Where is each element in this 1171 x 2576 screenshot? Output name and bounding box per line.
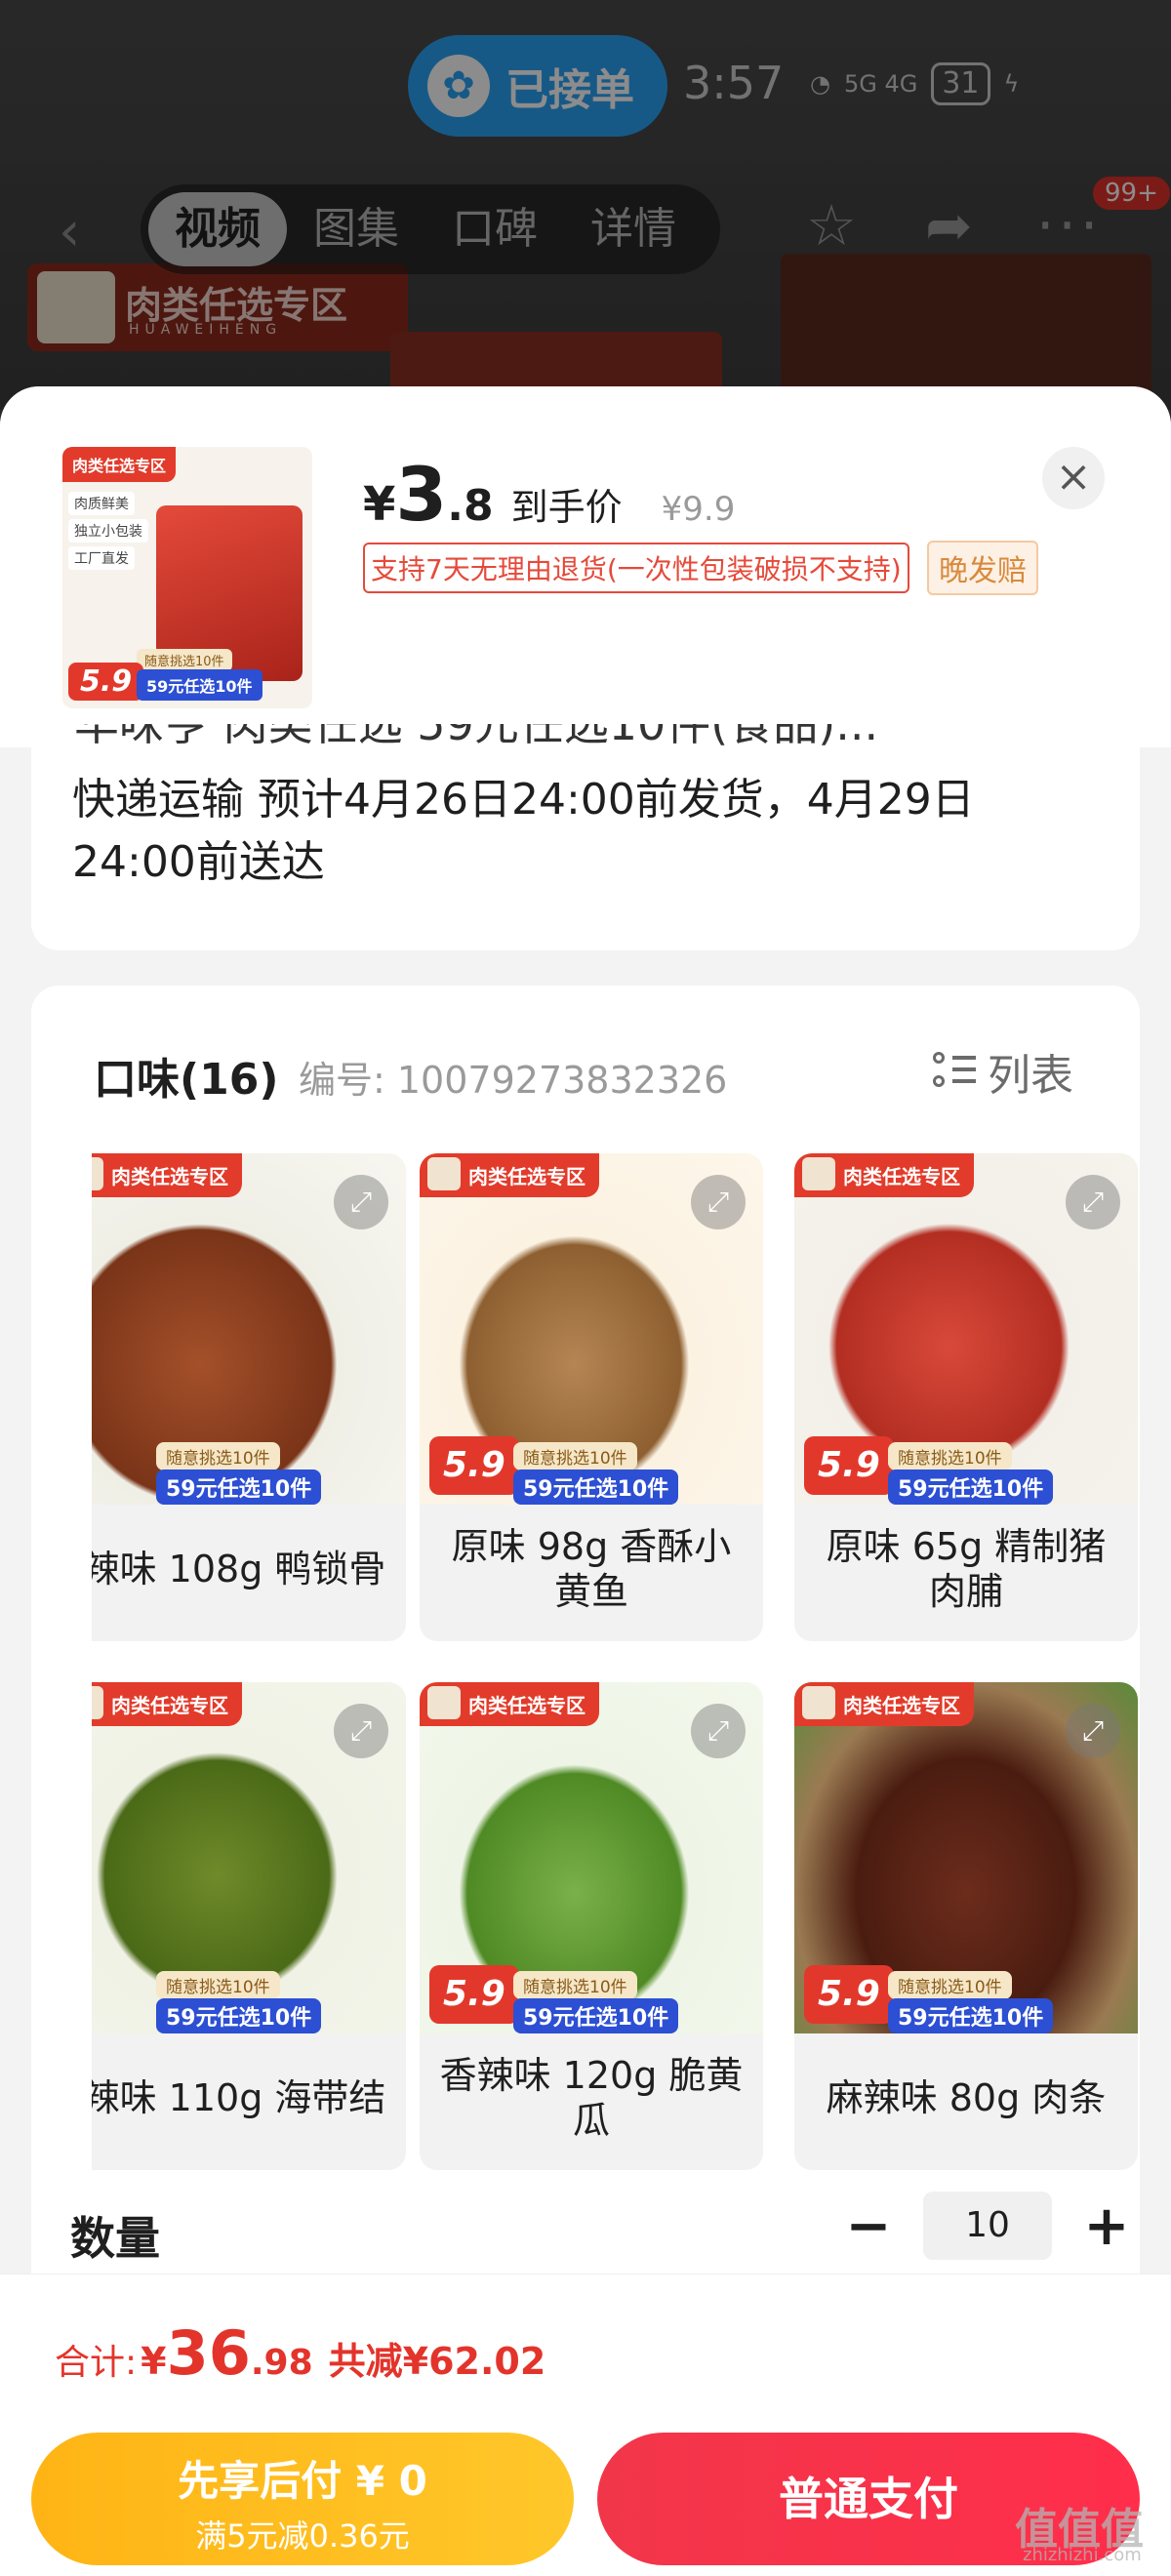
- flavor-name: 辣味 110g 海带结: [92, 2076, 386, 2119]
- deal-text: 59元任选10件: [156, 1998, 322, 2033]
- zone-tag: 肉类任选专区: [92, 1153, 242, 1197]
- price-row: ¥ 3 .8 到手价 ¥9.9: [363, 451, 735, 538]
- quantity-stepper: − 10 +: [841, 2192, 1134, 2260]
- flavor-name: 麻辣味 80g 肉条: [826, 2076, 1107, 2119]
- zone-tag: 肉类任选专区: [794, 1682, 974, 1726]
- expand-icon[interactable]: ⤢: [1066, 1175, 1120, 1229]
- flavor-name: 香辣味 120g 脆黄瓜: [439, 2054, 744, 2142]
- expand-icon[interactable]: ⤢: [334, 1704, 388, 1758]
- flavor-option[interactable]: 肉类任选专区 ⤢ 5.9 随意挑选10件 59元任选10件 原味 65g 精制猪…: [794, 1153, 1138, 1641]
- reference-price: 5.9: [804, 1965, 894, 2024]
- zone-tag: 肉类任选专区: [62, 447, 177, 482]
- checkout-footer: 合计: ¥ 36 .98 共减¥62.02 先享后付 ¥ 0 满5元减0.36元…: [0, 2274, 1171, 2576]
- thumb-label: 独立小包装: [68, 519, 148, 543]
- flavor-card: 口味(16) 编号: 10079273832326 列表 肉类任选专区 ⤢ 随意…: [31, 986, 1140, 2371]
- reference-price: 5.9: [804, 1436, 894, 1495]
- close-button[interactable]: ×: [1042, 447, 1105, 509]
- zone-tag: 肉类任选专区: [420, 1153, 599, 1197]
- flavor-grid: 肉类任选专区 ⤢ 随意挑选10件 59元任选10件 辣味 108g 鸭锁骨 肉类…: [92, 1153, 1140, 2324]
- reference-price: 5.9: [68, 663, 144, 701]
- pay-later-button[interactable]: 先享后付 ¥ 0 满5元减0.36元: [31, 2433, 574, 2565]
- expand-icon[interactable]: ⤢: [691, 1704, 746, 1758]
- deal-text: 59元任选10件: [137, 669, 262, 701]
- pick-text: 随意挑选10件: [137, 649, 232, 671]
- delivery-card: 华味亨 肉类任选 59元任选10件(食品)... 快递运输 预计4月26日24:…: [31, 724, 1140, 950]
- deal-text: 59元任选10件: [888, 1469, 1054, 1505]
- product-thumbnail[interactable]: 肉类任选专区 肉质鲜美 独立小包装 工厂直发 随意挑选10件 5.9 59元任选…: [62, 447, 312, 708]
- deal-text: 59元任选10件: [513, 1998, 679, 2033]
- expand-icon[interactable]: ⤢: [1066, 1704, 1120, 1758]
- reference-price: 5.9: [429, 1436, 519, 1495]
- late-compensation-tag: 晚发赔: [927, 541, 1038, 595]
- pick-text: 随意挑选10件: [156, 1971, 280, 1999]
- pick-text: 随意挑选10件: [513, 1442, 637, 1470]
- return-policy-tag: 支持7天无理由退货(一次性包装破损不支持): [363, 543, 909, 593]
- flavor-name: 原味 98g 香酥小黄鱼: [451, 1525, 732, 1613]
- deal-text: 59元任选10件: [888, 1998, 1054, 2033]
- decrement-button[interactable]: −: [841, 2194, 896, 2258]
- flavor-name: 原味 65g 精制猪肉脯: [826, 1525, 1107, 1613]
- flavor-option[interactable]: 肉类任选专区 ⤢ 随意挑选10件 59元任选10件 辣味 108g 鸭锁骨: [92, 1153, 406, 1641]
- site-watermark: 值值值 zhizhizhi.com: [1015, 2494, 1144, 2565]
- thumb-label: 肉质鲜美: [68, 492, 135, 515]
- thumb-label: 工厂直发: [68, 546, 135, 570]
- product-code: 编号: 10079273832326: [299, 1059, 728, 1102]
- deal-text: 59元任选10件: [156, 1469, 322, 1505]
- original-price: ¥9.9: [661, 490, 736, 529]
- list-toggle-label: 列表: [988, 1051, 1073, 1101]
- price-integer: 3: [395, 451, 448, 538]
- quantity-label: 数量: [70, 2212, 160, 2265]
- pick-text: 随意挑选10件: [156, 1442, 280, 1470]
- reference-price: 5.9: [429, 1965, 519, 2024]
- total-savings: 共减¥62.02: [328, 2340, 546, 2383]
- sheet-header: 肉类任选专区 肉质鲜美 独立小包装 工厂直发 随意挑选10件 5.9 59元任选…: [0, 386, 1171, 747]
- price-currency: ¥: [363, 477, 396, 532]
- dim-overlay[interactable]: [0, 0, 1171, 410]
- total-decimal: .98: [250, 2343, 313, 2383]
- zone-tag: 肉类任选专区: [794, 1153, 974, 1197]
- pay-later-title: 先享后付 ¥ 0: [178, 2457, 427, 2505]
- watermark-site: zhizhizhi.com: [1023, 2545, 1142, 2565]
- flavor-name: 辣味 108g 鸭锁骨: [92, 1548, 386, 1590]
- pay-later-subtitle: 满5元减0.36元: [195, 2517, 410, 2555]
- price-label: 到手价: [510, 486, 623, 529]
- address-line-clipped: 华味亨 肉类任选 59元任选10件(食品)...: [74, 724, 878, 745]
- list-icon: [933, 1050, 976, 1093]
- flavor-option[interactable]: 肉类任选专区 ⤢ 5.9 随意挑选10件 59元任选10件 香辣味 120g 脆…: [420, 1682, 763, 2170]
- expand-icon[interactable]: ⤢: [334, 1175, 388, 1229]
- zone-tag: 肉类任选专区: [92, 1682, 242, 1726]
- total-row: 合计: ¥ 36 .98 共减¥62.02: [55, 2317, 545, 2389]
- total-integer: 36: [166, 2317, 251, 2389]
- pick-text: 随意挑选10件: [888, 1971, 1012, 1999]
- expand-icon[interactable]: ⤢: [691, 1175, 746, 1229]
- background-product-page: 肉类任选专区 HUAWEIHENG ✿ 已接单 3:57 ◔ 5G 4G 31 …: [0, 0, 1171, 410]
- list-view-toggle[interactable]: 列表: [933, 1040, 1073, 1103]
- delivery-estimate: 快递运输 预计4月26日24:00前发货，4月29日24:00前送达: [72, 775, 975, 887]
- quantity-input[interactable]: 10: [923, 2192, 1052, 2260]
- flavor-option[interactable]: 肉类任选专区 ⤢ 5.9 随意挑选10件 59元任选10件 原味 98g 香酥小…: [420, 1153, 763, 1641]
- flavor-title: 口味(16): [94, 1055, 279, 1105]
- total-label: 合计:: [55, 2343, 138, 2383]
- increment-button[interactable]: +: [1079, 2194, 1134, 2258]
- price-decimal: .8: [447, 481, 494, 531]
- deal-text: 59元任选10件: [513, 1469, 679, 1505]
- total-currency: ¥: [141, 2340, 167, 2383]
- sku-selection-sheet: 肉类任选专区 肉质鲜美 独立小包装 工厂直发 随意挑选10件 5.9 59元任选…: [0, 386, 1171, 2576]
- flavor-option[interactable]: 肉类任选专区 ⤢ 5.9 随意挑选10件 59元任选10件 麻辣味 80g 肉条: [794, 1682, 1138, 2170]
- flavor-option[interactable]: 肉类任选专区 ⤢ 随意挑选10件 59元任选10件 辣味 110g 海带结: [92, 1682, 406, 2170]
- zone-tag: 肉类任选专区: [420, 1682, 599, 1726]
- pick-text: 随意挑选10件: [513, 1971, 637, 1999]
- pick-text: 随意挑选10件: [888, 1442, 1012, 1470]
